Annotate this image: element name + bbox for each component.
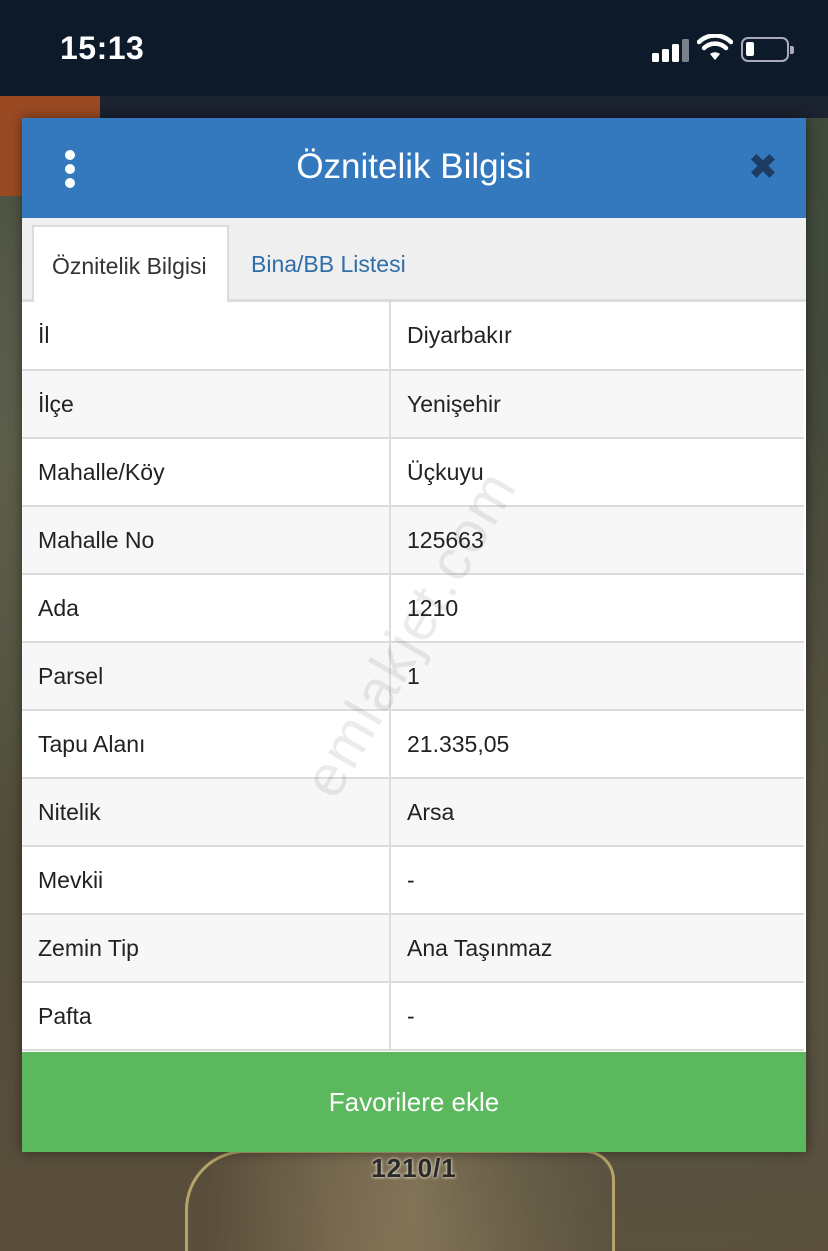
table-row: Parsel 1 (22, 641, 804, 711)
table-row: Nitelik Arsa (22, 777, 804, 847)
table-row: İl Diyarbakır (22, 302, 804, 371)
attribute-dialog: Öznitelik Bilgisi ✖ Öznitelik Bilgisi Bi… (22, 118, 806, 1152)
attribute-value: Diyarbakır (389, 302, 804, 371)
table-row: Tapu Alanı 21.335,05 (22, 709, 804, 779)
table-row: Mahalle No 125663 (22, 505, 804, 575)
tab-attribute-info[interactable]: Öznitelik Bilgisi (32, 225, 229, 302)
attribute-value: Arsa (389, 777, 804, 847)
attribute-key: Zemin Tip (22, 913, 391, 983)
attribute-value: Yenişehir (389, 369, 804, 439)
attribute-key: Mevkii (22, 845, 391, 915)
table-row: Pafta - (22, 981, 804, 1051)
table-row: Mevkii - (22, 845, 804, 915)
attribute-value: 125663 (389, 505, 804, 575)
attribute-value: - (389, 981, 804, 1051)
attribute-key: Mahalle No (22, 505, 391, 575)
wifi-icon (697, 34, 733, 60)
attribute-key: Ada (22, 573, 391, 643)
attribute-value: 1210 (389, 573, 804, 643)
attribute-key: Mahalle/Köy (22, 437, 391, 507)
map-toolbar-strip (100, 96, 828, 118)
table-row: Ada 1210 (22, 573, 804, 643)
attribute-key: İlçe (22, 369, 391, 439)
tab-building-list[interactable]: Bina/BB Listesi (233, 225, 424, 302)
dialog-header: Öznitelik Bilgisi ✖ (22, 118, 806, 218)
more-options-icon[interactable] (56, 150, 84, 188)
cellular-signal-icon (652, 38, 690, 62)
table-row: Mahalle/Köy Üçkuyu (22, 437, 804, 507)
attribute-table: İl Diyarbakır İlçe Yenişehir Mahalle/Köy Üçku… (22, 302, 804, 1051)
parcel-label: 1210/1 (371, 1153, 457, 1183)
table-row: İlçe Yenişehir (22, 369, 804, 439)
battery-icon (741, 37, 794, 62)
close-icon[interactable]: ✖ (746, 149, 780, 185)
attribute-value: - (389, 845, 804, 915)
attribute-key: Pafta (22, 981, 391, 1051)
table-row: Zemin Tip Ana Taşınmaz (22, 913, 804, 983)
attribute-key: Parsel (22, 641, 391, 711)
attribute-key: Tapu Alanı (22, 709, 391, 779)
attribute-value: 1 (389, 641, 804, 711)
attribute-key: Nitelik (22, 777, 391, 847)
attribute-key: İl (22, 302, 391, 371)
attribute-value: 21.335,05 (389, 709, 804, 779)
add-to-favorites-button[interactable]: Favorilere ekle (22, 1052, 806, 1152)
attribute-value: Üçkuyu (389, 437, 804, 507)
status-bar: 15:13 (0, 0, 828, 96)
dialog-title: Öznitelik Bilgisi (296, 147, 532, 186)
tab-bar: Öznitelik Bilgisi Bina/BB Listesi (22, 218, 806, 302)
status-clock: 15:13 (60, 30, 145, 66)
attribute-value: Ana Taşınmaz (389, 913, 804, 983)
